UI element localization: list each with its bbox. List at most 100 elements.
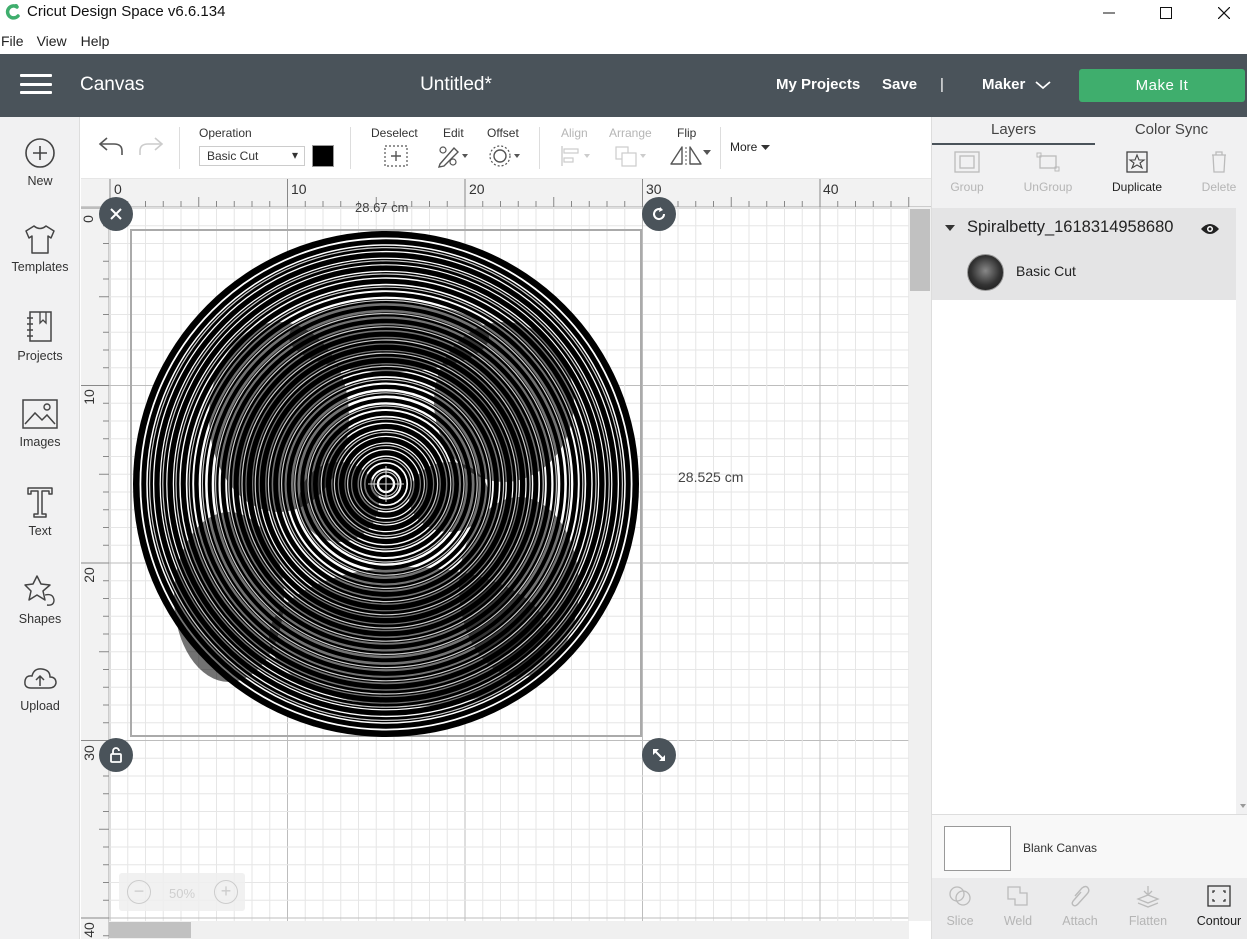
slice-label: Slice [946,914,974,928]
delete-handle[interactable] [99,197,133,231]
sidebar-item-upload[interactable]: Upload [0,662,80,742]
zoom-out-button[interactable]: − [127,880,151,904]
sidebar-item-shapes[interactable]: Shapes [0,573,80,653]
edit-label: Edit [443,126,464,140]
flatten-label: Flatten [1128,914,1168,928]
layer-item-name[interactable]: Basic Cut [1016,263,1076,279]
tab-color-sync[interactable]: Color Sync [1095,117,1247,145]
resize-handle[interactable] [642,738,676,772]
window-title: Cricut Design Space v6.6.134 [27,3,226,20]
header-separator: | [940,76,944,93]
horizontal-scrollbar[interactable] [109,921,909,939]
ruler-left-label: 30 [80,745,97,761]
arrange-icon[interactable] [613,144,649,168]
save-button[interactable]: Save [882,76,917,93]
left-sidebar: New Templates Projects Images Text Shape… [0,117,80,939]
deselect-icon[interactable] [383,144,409,168]
slice-button[interactable]: Slice [930,884,990,928]
zoom-in-button[interactable]: + [214,880,238,904]
chevron-down-icon [703,150,711,155]
more-button[interactable]: More [730,140,770,154]
flatten-button[interactable]: Flatten [1118,884,1178,928]
vertical-scrollbar[interactable] [909,207,931,921]
close-icon [110,208,122,220]
machine-selector[interactable]: Maker [982,76,1051,93]
sidebar-item-text[interactable]: Text [0,485,80,565]
layers-scrollbar[interactable] [1236,208,1247,814]
undo-icon[interactable] [97,135,125,157]
align-icon[interactable] [559,144,593,168]
delete-button[interactable]: Delete [1179,150,1247,194]
flip-icon[interactable] [669,144,705,168]
ruler-horizontal-ticks [109,179,910,207]
menu-help[interactable]: Help [81,33,118,49]
sidebar-item-projects[interactable]: Projects [0,310,80,390]
ruler-top-label: 10 [291,181,307,197]
cloud-upload-icon [24,668,57,689]
resize-arrows-icon [653,749,665,761]
edit-toolbar: Operation Basic Cut Deselect Edit Offset… [81,117,931,179]
sidebar-item-new[interactable]: New [0,137,80,217]
caret-down-icon[interactable] [944,224,956,232]
align-label: Align [561,126,588,140]
toolbar-divider [720,127,721,169]
vertical-scroll-thumb[interactable] [910,209,930,291]
lock-icon [110,747,122,763]
layers-list: Spiralbetty_1618314958680 Basic Cut [932,208,1236,814]
menu-view[interactable]: View [37,33,81,49]
spiral-artwork[interactable] [109,207,909,921]
duplicate-icon [1126,151,1148,173]
tab-layers[interactable]: Layers [932,117,1095,145]
my-projects-link[interactable]: My Projects [776,76,860,93]
group-button[interactable]: Group [927,150,1007,194]
image-icon [22,399,58,429]
shapes-icon [24,575,55,606]
menu-file[interactable]: File [0,33,37,49]
flatten-icon [1136,886,1160,908]
blank-canvas-row[interactable]: Blank Canvas [932,814,1247,878]
offset-icon[interactable] [489,144,523,168]
close-button[interactable] [1204,0,1244,26]
operation-color-swatch[interactable] [312,145,334,167]
height-dimension-label: 28.525 cm [678,469,744,485]
duplicate-button[interactable]: Duplicate [1097,150,1177,194]
app-window: Cricut Design Space v6.6.134 File View H… [0,0,1247,939]
sidebar-label-templates: Templates [11,260,69,274]
sidebar-label-text: Text [28,524,52,538]
minimize-button[interactable] [1089,0,1129,26]
flip-label: Flip [677,126,697,140]
rotate-handle[interactable] [642,197,676,231]
edit-icon[interactable] [437,144,471,168]
layer-group-row[interactable]: Spiralbetty_1618314958680 Basic Cut [932,208,1236,300]
ruler-top-label: 30 [646,181,662,197]
attach-button[interactable]: Attach [1050,884,1110,928]
paperclip-icon [1071,885,1090,907]
text-t-icon [27,487,53,518]
machine-label: Maker [982,76,1026,93]
ruler-horizontal: 0 10 20 30 40 [81,179,931,207]
slice-icon [949,886,971,906]
ungroup-button[interactable]: UnGroup [1008,150,1088,194]
redo-icon[interactable] [137,135,165,157]
lock-handle[interactable] [99,738,133,772]
weld-icon [1007,886,1028,906]
contour-button[interactable]: Contour [1189,884,1247,928]
make-it-button[interactable]: Make It [1079,69,1245,102]
close-icon [1218,7,1230,19]
toolbar-divider [539,127,540,169]
menu-bar: File View Help [0,28,1247,54]
operation-select[interactable]: Basic Cut [199,146,305,166]
sidebar-item-templates[interactable]: Templates [0,223,80,303]
design-canvas[interactable] [109,207,909,921]
chevron-down-icon [760,145,770,150]
horizontal-scroll-thumb[interactable] [109,922,191,938]
eye-icon[interactable] [1200,222,1220,236]
blank-canvas-swatch[interactable] [944,826,1011,871]
weld-button[interactable]: Weld [988,884,1048,928]
maximize-button[interactable] [1146,0,1186,26]
group-icon [954,151,980,173]
sidebar-label-shapes: Shapes [18,612,62,626]
toolbar-divider [179,127,180,169]
zoom-level: 50% [168,886,196,901]
sidebar-item-images[interactable]: Images [0,398,80,478]
